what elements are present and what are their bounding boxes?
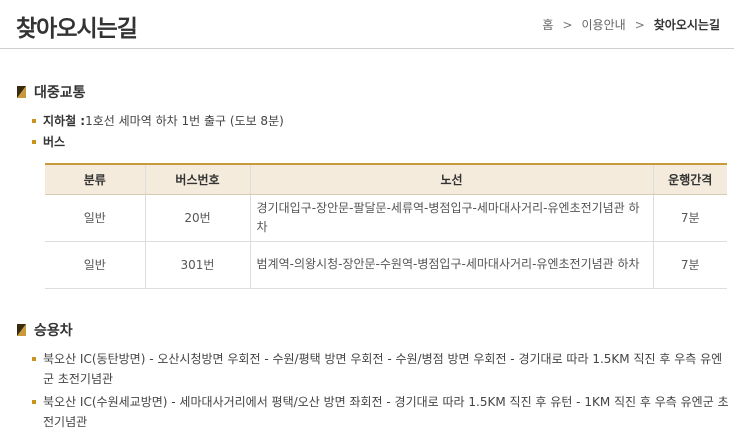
cell-interval: 7분 — [652, 241, 727, 289]
cell-number: 301번 — [144, 241, 250, 289]
section-title-label: 대중교통 — [34, 85, 86, 101]
subway-label: 지하철 : — [43, 114, 86, 128]
table-row: 일반 20번 경기대입구-장안문-팔달문-세류역-병점입구-세마대사거리-유엔초… — [45, 194, 727, 242]
page-header: 찾아오시는길 홈 > 이용안내 > 찾아오시는길 — [0, 0, 734, 49]
table-row: 일반 301번 범계역-의왕시청-장안문-수원역-병점입구-세마대사거리-유엔초… — [45, 241, 727, 289]
bus-table: 분류 버스번호 노선 운행간격 일반 20번 경기대입구-장안문-팔달문-세류역… — [45, 163, 727, 289]
section-title-car: 승용차 — [17, 320, 73, 340]
section-marker-icon — [17, 86, 26, 98]
car-route-text: 북오산 IC(동탄방면) - 오산시청방면 우회전 - 수원/평택 방면 우회전… — [43, 352, 723, 386]
column-header-type: 분류 — [45, 163, 145, 195]
bullet-icon — [32, 400, 36, 404]
list-item-bus: 버스 — [32, 132, 65, 152]
column-header-interval: 운행간격 — [652, 163, 727, 195]
cell-type: 일반 — [45, 194, 145, 242]
section-marker-icon — [17, 324, 26, 336]
list-item-car-route-2: 북오산 IC(수원세교방면) - 세마대사거리에서 평택/오산 방면 좌회전 -… — [32, 392, 732, 432]
bus-label: 버스 — [43, 135, 66, 149]
cell-route: 경기대입구-장안문-팔달문-세류역-병점입구-세마대사거리-유엔초전기념관 하차 — [249, 194, 653, 242]
bullet-icon — [32, 357, 36, 361]
page-title: 찾아오시는길 — [16, 16, 138, 42]
column-header-route: 노선 — [249, 163, 653, 195]
cell-route: 범계역-의왕시청-장안문-수원역-병점입구-세마대사거리-유엔초전기념관 하차 — [249, 241, 653, 289]
chevron-right-icon: > — [562, 17, 573, 32]
cell-number: 20번 — [144, 194, 250, 242]
chevron-right-icon: > — [634, 17, 645, 32]
bullet-icon — [32, 119, 36, 123]
section-title-transit: 대중교통 — [17, 82, 86, 102]
subway-text: 1호선 세마역 하차 1번 출구 (도보 8분) — [85, 114, 284, 128]
car-route-text: 북오산 IC(수원세교방면) - 세마대사거리에서 평택/오산 방면 좌회전 -… — [43, 395, 729, 429]
breadcrumb-home[interactable]: 홈 — [542, 16, 553, 33]
breadcrumb: 홈 > 이용안내 > 찾아오시는길 — [542, 16, 720, 33]
section-title-label: 승용차 — [34, 323, 73, 339]
table-header-row: 분류 버스번호 노선 운행간격 — [45, 163, 727, 195]
column-header-number: 버스번호 — [144, 163, 250, 195]
list-item-car-route-1: 북오산 IC(동탄방면) - 오산시청방면 우회전 - 수원/평택 방면 우회전… — [32, 349, 732, 389]
cell-interval: 7분 — [652, 194, 727, 242]
cell-type: 일반 — [45, 241, 145, 289]
list-item-subway: 지하철 : 1호선 세마역 하차 1번 출구 (도보 8분) — [32, 111, 284, 131]
bullet-icon — [32, 140, 36, 144]
breadcrumb-current: 찾아오시는길 — [653, 18, 720, 32]
breadcrumb-guide[interactable]: 이용안내 — [582, 16, 626, 33]
